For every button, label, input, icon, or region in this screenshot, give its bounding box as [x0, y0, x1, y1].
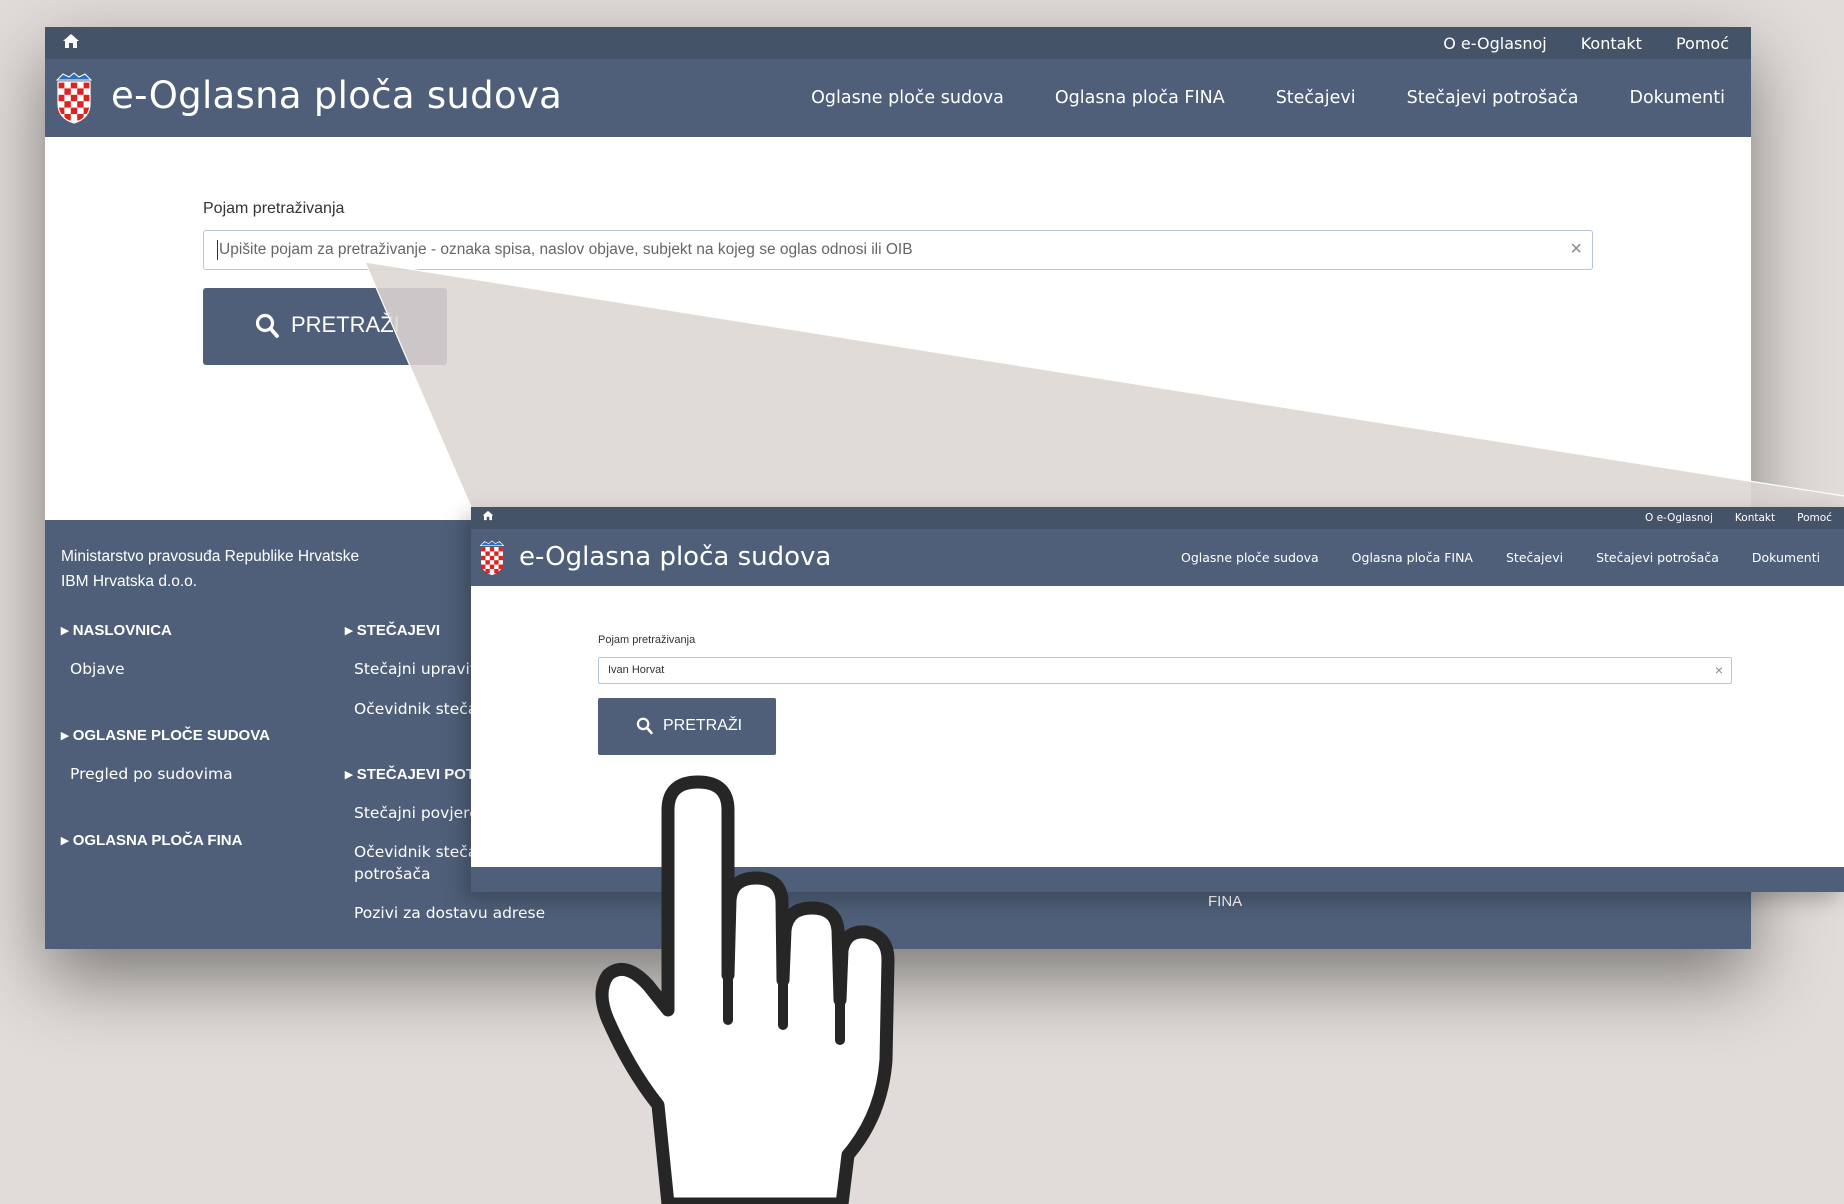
zoom-nav-link-documents[interactable]: Dokumenti	[1752, 550, 1820, 565]
search-icon	[636, 717, 653, 740]
zoom-top-link-about[interactable]: O e-Oglasnoj	[1645, 512, 1713, 524]
zoom-search-value: Ivan Horvat	[608, 664, 665, 676]
close-icon[interactable]: ×	[1715, 660, 1723, 680]
coat-of-arms-logo[interactable]	[479, 540, 505, 576]
zoom-nav-link-court-boards[interactable]: Oglasne ploče sudova	[1181, 550, 1319, 565]
zoom-search-button-label: PRETRAŽI	[663, 717, 743, 734]
zoom-nav-link-bankruptcies[interactable]: Stečajevi	[1506, 550, 1563, 565]
zoom-nav-link-consumer-bankruptcies[interactable]: Stečajevi potrošača	[1596, 550, 1719, 565]
zoom-nav-link-fina-board[interactable]: Oglasna ploča FINA	[1352, 550, 1473, 565]
zoom-top-link-contact[interactable]: Kontakt	[1735, 512, 1775, 524]
zoom-site-brand-title[interactable]: e-Oglasna ploča sudova	[519, 539, 831, 575]
zoom-navbar: e-Oglasna ploča sudova Oglasne ploče sud…	[471, 529, 1844, 586]
pointing-hand-icon	[595, 775, 895, 1204]
home-icon[interactable]	[482, 510, 494, 524]
zoom-top-link-help[interactable]: Pomoć	[1797, 512, 1832, 524]
zoom-search-button[interactable]: PRETRAŽI	[598, 698, 776, 755]
zoom-search-label: Pojam pretraživanja	[598, 634, 696, 646]
zoom-top-utility-bar: O e-Oglasnoj Kontakt Pomoć	[471, 507, 1844, 529]
zoom-search-input[interactable]: Ivan Horvat ×	[598, 657, 1732, 684]
footer-fina-link[interactable]: FINA	[1208, 893, 1242, 910]
